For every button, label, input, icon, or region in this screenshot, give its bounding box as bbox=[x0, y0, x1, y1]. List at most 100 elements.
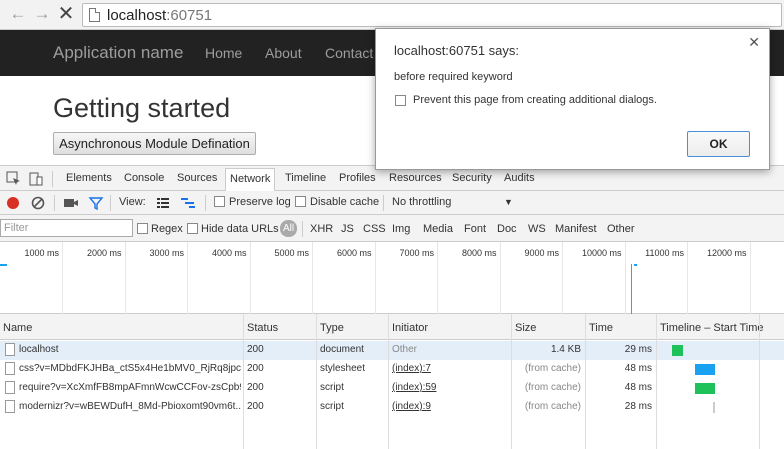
file-icon bbox=[5, 343, 15, 356]
load-event-line bbox=[631, 264, 632, 314]
filter-img[interactable]: Img bbox=[392, 223, 410, 235]
cell-time: 28 ms bbox=[624, 401, 652, 412]
hide-data-urls-checkbox[interactable] bbox=[187, 223, 198, 234]
network-overview[interactable]: 1000 ms 2000 ms 3000 ms 4000 ms 5000 ms 6000 … bbox=[0, 242, 784, 314]
disable-cache-label: Disable cache bbox=[310, 196, 380, 208]
tab-profiles[interactable]: Profiles bbox=[339, 172, 376, 184]
filter-media[interactable]: Media bbox=[423, 223, 453, 235]
tab-audits[interactable]: Audits bbox=[504, 172, 535, 184]
dialog-message: before required keyword bbox=[394, 71, 513, 83]
nav-contact[interactable]: Contact bbox=[325, 45, 373, 61]
device-mode-icon[interactable] bbox=[28, 171, 44, 187]
filter-manifest[interactable]: Manifest bbox=[555, 223, 597, 235]
tab-timeline[interactable]: Timeline bbox=[285, 172, 326, 184]
cell-status: 200 bbox=[247, 363, 264, 374]
col-initiator[interactable]: Initiator bbox=[392, 322, 428, 334]
chevron-down-icon[interactable]: ▼ bbox=[504, 197, 513, 207]
col-divider bbox=[759, 314, 760, 449]
amd-button[interactable]: Asynchronous Module Defination bbox=[53, 132, 256, 155]
filter-separator bbox=[302, 221, 303, 237]
page-doc-icon bbox=[89, 8, 100, 22]
col-timeline[interactable]: Timeline – Start Time bbox=[660, 322, 764, 334]
url-port: :60751 bbox=[166, 7, 213, 24]
nav-about[interactable]: About bbox=[265, 45, 302, 61]
col-size[interactable]: Size bbox=[515, 322, 536, 334]
disable-cache-checkbox[interactable] bbox=[295, 196, 306, 207]
cell-size: (from cache) bbox=[524, 401, 581, 412]
overview-tick-label: 7000 ms bbox=[399, 248, 434, 258]
col-divider bbox=[656, 314, 657, 449]
overview-tick-label: 9000 ms bbox=[524, 248, 559, 258]
address-bar[interactable]: localhost:60751 bbox=[82, 3, 782, 27]
overview-tick-label: 10000 ms bbox=[581, 248, 622, 258]
filter-js[interactable]: JS bbox=[341, 223, 354, 235]
col-type[interactable]: Type bbox=[320, 322, 344, 334]
filter-funnel-icon[interactable] bbox=[88, 195, 104, 211]
overview-tick-label: 1000 ms bbox=[24, 248, 59, 258]
col-status[interactable]: Status bbox=[247, 322, 278, 334]
screenshot-root: ← → ✕ localhost:60751 Application name H… bbox=[0, 0, 784, 449]
table-body: localhost 200 document Other 1.4 KB 29 ms css?… bbox=[0, 341, 784, 449]
view-label: View: bbox=[119, 196, 146, 208]
tab-elements[interactable]: Elements bbox=[66, 172, 112, 184]
dialog-title: localhost:60751 says: bbox=[394, 43, 520, 58]
table-row[interactable]: css?v=MDbdFKJHBa_ctS5x4He1bMV0_RjRq8jpcl… bbox=[0, 360, 784, 379]
ok-button[interactable]: OK bbox=[687, 131, 750, 157]
record-icon[interactable] bbox=[7, 197, 19, 209]
overview-tick-label: 4000 ms bbox=[211, 248, 247, 258]
waterfall-bar bbox=[694, 364, 716, 375]
filter-all-pill[interactable]: All bbox=[280, 220, 297, 237]
table-header: Name Status Type Initiator Size Time Tim… bbox=[0, 314, 784, 340]
close-icon[interactable]: ✕ bbox=[748, 34, 760, 51]
tab-sources[interactable]: Sources bbox=[177, 172, 217, 184]
filter-ws[interactable]: WS bbox=[528, 223, 546, 235]
col-time[interactable]: Time bbox=[589, 322, 613, 334]
tab-console[interactable]: Console bbox=[124, 172, 164, 184]
tab-security[interactable]: Security bbox=[452, 172, 492, 184]
stop-icon[interactable]: ✕ bbox=[56, 4, 76, 24]
clear-icon[interactable] bbox=[30, 195, 46, 211]
filter-input[interactable]: Filter bbox=[0, 219, 133, 237]
capture-screenshots-icon[interactable] bbox=[63, 195, 79, 211]
col-divider bbox=[316, 314, 317, 449]
url-host: localhost bbox=[107, 7, 167, 24]
col-name[interactable]: Name bbox=[3, 322, 32, 334]
cell-initiator[interactable]: (index):7 bbox=[392, 363, 507, 374]
overview-tick-label: 3000 ms bbox=[149, 248, 184, 258]
inspect-element-icon[interactable] bbox=[6, 171, 22, 187]
preserve-log-checkbox[interactable] bbox=[214, 196, 225, 207]
tab-resources[interactable]: Resources bbox=[389, 172, 442, 184]
cell-initiator[interactable]: (index):59 bbox=[392, 382, 507, 393]
app-name-link[interactable]: Application name bbox=[53, 43, 183, 63]
regex-checkbox[interactable] bbox=[137, 223, 148, 234]
col-divider bbox=[511, 314, 512, 449]
filter-xhr[interactable]: XHR bbox=[310, 223, 333, 235]
tab-network[interactable]: Network bbox=[225, 168, 276, 191]
waterfall-bar bbox=[694, 383, 716, 394]
toolbar-separator bbox=[54, 195, 55, 211]
table-row[interactable]: require?v=XcXmfFB8mpAFmnWcwCCFov-zsCpb9.… bbox=[0, 379, 784, 398]
throttling-select[interactable]: No throttling bbox=[392, 196, 451, 208]
network-toolbar: View: Preserve log Disable cache No thro… bbox=[0, 191, 784, 215]
cell-time: 48 ms bbox=[624, 382, 652, 393]
overview-tick-label: 6000 ms bbox=[336, 248, 372, 258]
filter-doc[interactable]: Doc bbox=[497, 223, 517, 235]
filter-css[interactable]: CSS bbox=[363, 223, 386, 235]
overview-icon[interactable] bbox=[180, 195, 196, 211]
col-divider bbox=[243, 314, 244, 449]
prevent-dialogs-checkbox[interactable] bbox=[395, 95, 406, 106]
filter-bar: Filter Regex Hide data URLs All XHR JS C… bbox=[0, 215, 784, 242]
filter-font[interactable]: Font bbox=[464, 223, 486, 235]
toolbar-separator bbox=[110, 195, 111, 211]
cell-type: script bbox=[320, 401, 344, 412]
large-rows-icon[interactable] bbox=[155, 195, 171, 211]
filter-other[interactable]: Other bbox=[607, 223, 635, 235]
forward-arrow-icon[interactable]: → bbox=[32, 4, 52, 24]
cell-type: script bbox=[320, 382, 344, 393]
toolbar-separator bbox=[205, 195, 206, 211]
cell-initiator[interactable]: (index):9 bbox=[392, 401, 507, 412]
nav-home[interactable]: Home bbox=[205, 45, 242, 61]
back-arrow-icon[interactable]: ← bbox=[8, 4, 28, 24]
table-row[interactable]: localhost 200 document Other 1.4 KB 29 ms bbox=[0, 341, 784, 360]
table-row[interactable]: modernizr?v=wBEWDufH_8Md-Pbioxomt90vm6t.… bbox=[0, 398, 784, 417]
